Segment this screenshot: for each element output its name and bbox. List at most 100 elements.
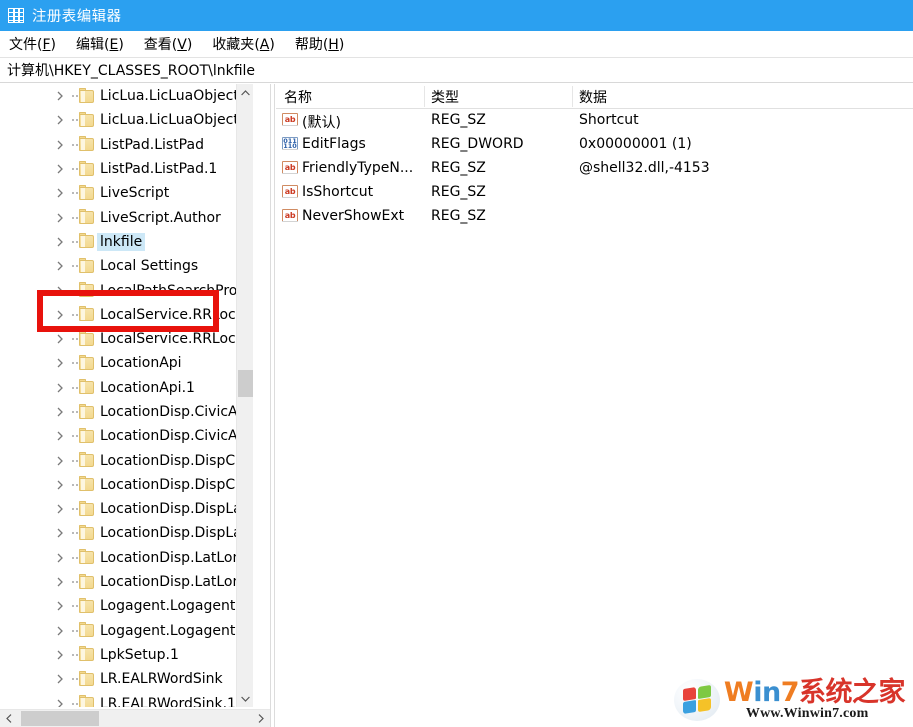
tree-item-localservice-rrloca[interactable]: LocalService.RRLoca: [0, 327, 253, 351]
tree-connector: [72, 289, 78, 292]
tree-item-localpathsearchprov[interactable]: LocalPathSearchProv: [0, 278, 253, 302]
menu-item-file[interactable]: 文件(F): [9, 34, 56, 54]
tree-item-liclua-licluaobject[interactable]: LicLua.LicLuaObject: [0, 84, 253, 108]
value-row[interactable]: 011 110 EditFlags REG_DWORD 0x00000001 (1): [276, 133, 913, 157]
tree-connector: [72, 678, 78, 681]
tree-item-listpad-listpad-1[interactable]: ListPad.ListPad.1: [0, 157, 253, 181]
chevron-right-icon[interactable]: [57, 383, 67, 393]
tree-item-lpksetup-1[interactable]: LpkSetup.1: [0, 643, 253, 667]
scroll-left-icon[interactable]: [0, 710, 18, 727]
chevron-right-icon[interactable]: [57, 334, 67, 344]
chevron-right-icon[interactable]: [57, 577, 67, 587]
chevron-right-icon[interactable]: [57, 431, 67, 441]
chevron-right-icon[interactable]: [57, 480, 67, 490]
tree-item-locationdisp-latlon[interactable]: LocationDisp.LatLon: [0, 570, 253, 594]
chevron-right-icon[interactable]: [57, 115, 67, 125]
value-row[interactable]: ab IsShortcut REG_SZ: [276, 181, 913, 205]
chevron-right-icon[interactable]: [57, 528, 67, 538]
column-header-data[interactable]: 数据: [579, 87, 607, 107]
chevron-right-icon[interactable]: [57, 310, 67, 320]
chevron-right-icon[interactable]: [57, 456, 67, 466]
chevron-right-icon[interactable]: [57, 601, 67, 611]
chevron-right-icon[interactable]: [57, 650, 67, 660]
folder-icon: [79, 524, 94, 540]
tree-scrollbar-thumb[interactable]: [238, 370, 253, 397]
menu-item-help[interactable]: 帮助(H): [295, 34, 344, 54]
value-type: REG_SZ: [431, 160, 486, 176]
address-bar[interactable]: 计算机\HKEY_CLASSES_ROOT\lnkfile: [0, 58, 913, 83]
column-header-type[interactable]: 类型: [431, 87, 459, 107]
tree-item-locationdisp-dispciv[interactable]: LocationDisp.DispCiv: [0, 448, 253, 472]
chevron-right-icon[interactable]: [57, 140, 67, 150]
tree-item-locationdisp-displa[interactable]: LocationDisp.DispLa: [0, 497, 253, 521]
tree-item-lnkfile[interactable]: lnkfile: [0, 230, 253, 254]
scroll-right-icon[interactable]: [252, 710, 270, 727]
menu-item-favorites-label: 收藏夹: [212, 37, 255, 53]
tree-item-listpad-listpad[interactable]: ListPad.ListPad: [0, 133, 253, 157]
folder-icon: [79, 87, 94, 103]
value-row[interactable]: ab (默认) REG_SZ Shortcut: [276, 109, 913, 133]
chevron-right-icon[interactable]: [57, 188, 67, 198]
tree-item-localservice-rrloca[interactable]: LocalService.RRLoca: [0, 303, 253, 327]
values-column-header: 名称 类型 数据: [276, 84, 913, 109]
tree-item-label: LocationDisp.LatLon: [100, 549, 242, 566]
tree-item-locationdisp-displa[interactable]: LocationDisp.DispLa: [0, 521, 253, 545]
tree-item-lr-ealrwordsink-1[interactable]: LR.EALRWordSink.1: [0, 691, 253, 707]
tree-item-livescript-author[interactable]: LiveScript.Author: [0, 205, 253, 229]
column-header-name[interactable]: 名称: [284, 87, 312, 107]
tree-horizontal-scrollbar[interactable]: [0, 709, 270, 727]
folder-icon: [79, 573, 94, 589]
scroll-up-icon[interactable]: [237, 84, 254, 101]
tree-item-livescript[interactable]: LiveScript: [0, 181, 253, 205]
values-list[interactable]: ab (默认) REG_SZ Shortcut 011 110 EditFlags REG_D…: [276, 109, 913, 229]
tree-item-local-settings[interactable]: Local Settings: [0, 254, 253, 278]
pane-splitter[interactable]: [270, 84, 275, 727]
tree-item-label: LocalPathSearchProv: [100, 282, 246, 299]
chevron-right-icon[interactable]: [57, 699, 67, 707]
chevron-right-icon[interactable]: [57, 164, 67, 174]
chevron-right-icon[interactable]: [57, 504, 67, 514]
tree-item-locationdisp-civicad[interactable]: LocationDisp.CivicAd: [0, 400, 253, 424]
chevron-right-icon[interactable]: [57, 358, 67, 368]
tree-vertical-scrollbar[interactable]: [236, 84, 253, 707]
folder-icon: [79, 282, 94, 298]
tree-item-liclua-licluaobject[interactable]: LicLua.LicLuaObject.: [0, 108, 253, 132]
menu-item-view[interactable]: 查看(V): [144, 34, 193, 54]
tree-item-locationapi-1[interactable]: LocationApi.1: [0, 376, 253, 400]
menu-item-favorites[interactable]: 收藏夹(A): [212, 34, 275, 54]
folder-icon: [79, 257, 94, 273]
value-row[interactable]: ab NeverShowExt REG_SZ: [276, 205, 913, 229]
tree-connector: [72, 95, 78, 98]
chevron-right-icon[interactable]: [57, 626, 67, 636]
chevron-right-icon[interactable]: [57, 237, 67, 247]
registry-values-pane: 名称 类型 数据 ab (默认) REG_SZ Shortcut 011 110 EditF…: [276, 84, 913, 727]
chevron-right-icon[interactable]: [57, 213, 67, 223]
tree-item-logagent-logagent[interactable]: Logagent.Logagent.: [0, 619, 253, 643]
chevron-right-icon[interactable]: [57, 261, 67, 271]
tree-item-locationdisp-civicad[interactable]: LocationDisp.CivicAd: [0, 424, 253, 448]
tree-connector: [72, 435, 78, 438]
chevron-right-icon[interactable]: [57, 407, 67, 417]
tree-item-lr-ealrwordsink[interactable]: LR.EALRWordSink: [0, 667, 253, 691]
chevron-right-icon[interactable]: [57, 553, 67, 563]
tree-item-label: LicLua.LicLuaObject: [100, 88, 239, 105]
chevron-right-icon[interactable]: [57, 286, 67, 296]
tree-item-logagent-logagent[interactable]: Logagent.Logagent: [0, 594, 253, 618]
tree-item-locationdisp-dispciv[interactable]: LocationDisp.DispCiv: [0, 473, 253, 497]
tree-connector: [72, 362, 78, 365]
menu-item-file-accel: F: [42, 37, 51, 53]
value-row[interactable]: ab FriendlyTypeN... REG_SZ @shell32.dll,-41…: [276, 157, 913, 181]
chevron-right-icon[interactable]: [57, 674, 67, 684]
registry-tree[interactable]: LicLua.LicLuaObject LicLua.LicLuaObject. L…: [0, 84, 253, 707]
tree-item-label: LocationDisp.DispLa: [100, 525, 242, 542]
scroll-down-icon[interactable]: [237, 690, 254, 707]
tree-item-locationapi[interactable]: LocationApi: [0, 351, 253, 375]
chevron-right-icon[interactable]: [57, 91, 67, 101]
tree-item-locationdisp-latlon[interactable]: LocationDisp.LatLon: [0, 546, 253, 570]
tree-hscrollbar-thumb[interactable]: [21, 711, 99, 726]
menu-item-edit[interactable]: 编辑(E): [76, 34, 124, 54]
tree-connector: [72, 411, 78, 413]
tree-connector: [72, 265, 78, 268]
folder-icon: [79, 452, 94, 468]
value-data: 0x00000001 (1): [579, 136, 692, 152]
